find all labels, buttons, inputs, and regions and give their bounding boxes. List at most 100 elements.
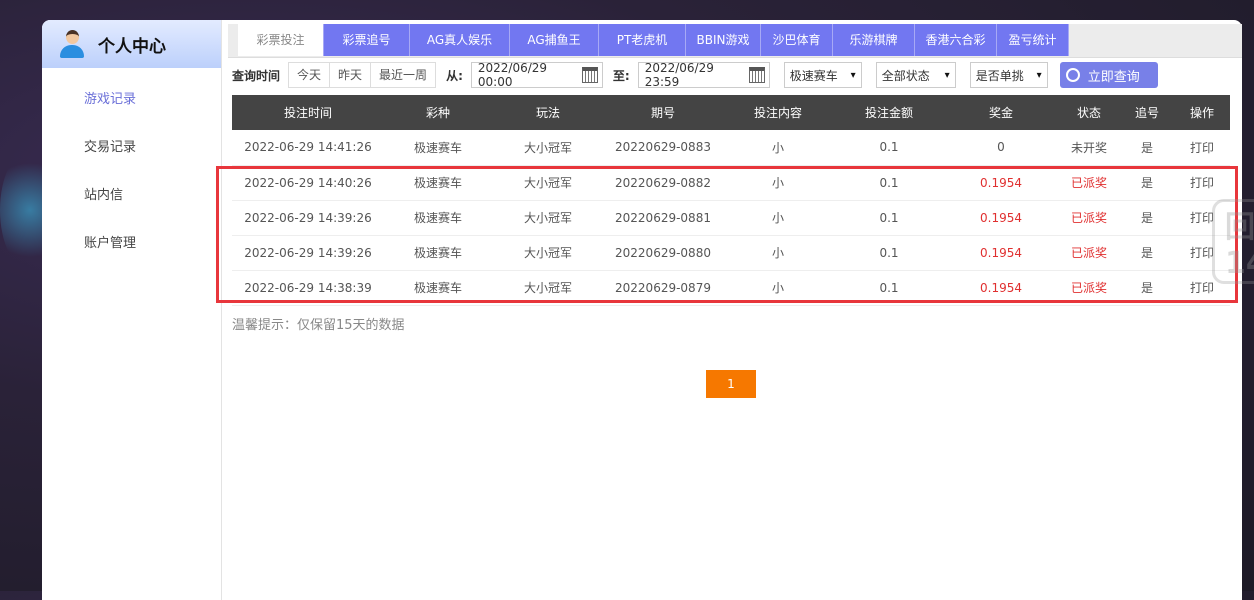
cell-chase: 是 — [1120, 200, 1174, 236]
sidebar: 个人中心 游戏记录 交易记录 站内信 账户管理 — [42, 20, 222, 600]
cell-amount: 0.1 — [834, 130, 944, 166]
tab-saba-sports[interactable]: 沙巴体育 — [761, 24, 833, 56]
cell-prize: 0.1954 — [944, 270, 1058, 306]
cell-prize: 0 — [944, 130, 1058, 166]
col-chase: 追号 — [1120, 95, 1174, 130]
col-status: 状态 — [1058, 95, 1120, 130]
cell-lottery: 极速赛车 — [384, 130, 492, 166]
cell-prize: 0.1954 — [944, 200, 1058, 236]
game-select[interactable]: 极速赛车 ▾ — [783, 62, 862, 88]
search-icon — [1065, 68, 1080, 82]
cell-play: 大小冠军 — [492, 165, 604, 201]
sidebar-title: 个人中心 — [98, 36, 166, 57]
cell-content: 小 — [722, 200, 834, 236]
cell-issue: 20220629-0883 — [604, 130, 722, 166]
col-content: 投注内容 — [722, 95, 834, 130]
cell-status: 未开奖 — [1058, 130, 1120, 166]
calendar-icon[interactable] — [582, 67, 598, 83]
cell-bet-time: 2022-06-29 14:41:26 — [232, 130, 384, 166]
tab-ag-live[interactable]: AG真人娱乐 — [410, 24, 510, 56]
chevron-down-icon: ▾ — [1036, 69, 1042, 81]
search-button-label: 立即查询 — [1087, 69, 1140, 85]
cell-issue: 20220629-0882 — [604, 165, 722, 201]
cell-prize: 0.1954 — [944, 165, 1058, 201]
last-week-button[interactable]: 最近一周 — [370, 62, 437, 88]
cell-play: 大小冠军 — [492, 270, 604, 306]
cell-status: 已派奖 — [1058, 165, 1120, 201]
cell-prize: 0.1954 — [944, 235, 1058, 271]
cell-print-link[interactable]: 打印 — [1174, 130, 1230, 166]
cell-print-link[interactable]: 打印 — [1174, 200, 1230, 236]
col-prize: 奖金 — [944, 95, 1058, 130]
page-1-button[interactable]: 1 — [706, 370, 756, 398]
cell-print-link[interactable]: 打印 — [1174, 165, 1230, 201]
sidebar-item-transactions[interactable]: 交易记录 — [42, 124, 221, 172]
cell-lottery: 极速赛车 — [384, 235, 492, 271]
cell-content: 小 — [722, 270, 834, 306]
table-row: 2022-06-29 14:40:26 极速赛车 大小冠军 20220629-0882… — [232, 165, 1230, 201]
status-select[interactable]: 全部状态 ▾ — [875, 62, 956, 88]
cell-play: 大小冠军 — [492, 200, 604, 236]
cell-print-link[interactable]: 打印 — [1174, 270, 1230, 306]
col-issue: 期号 — [604, 95, 722, 130]
cell-issue: 20220629-0879 — [604, 270, 722, 306]
table-header-row: 投注时间 彩种 玩法 期号 投注内容 投注金额 奖金 状态 追号 操作 — [232, 95, 1230, 130]
status-select-value: 全部状态 — [881, 68, 930, 83]
main-panel: 彩票投注 彩票追号 AG真人娱乐 AG捕鱼王 PT老虎机 BBIN游戏 沙巴体育… — [216, 20, 1254, 600]
from-date-value: 2022/06/29 00:00 — [477, 61, 548, 89]
to-date-value: 2022/06/29 23:59 — [644, 61, 714, 89]
query-time-label: 查询时间 — [232, 68, 281, 83]
user-avatar-icon — [60, 30, 84, 58]
tab-lottery-bets[interactable]: 彩票投注 — [238, 24, 324, 56]
search-button[interactable]: 立即查询 — [1059, 62, 1158, 88]
to-date-input[interactable]: 2022/06/29 23:59 — [637, 61, 770, 89]
cell-amount: 0.1 — [834, 200, 944, 236]
tab-bar: 彩票投注 彩票追号 AG真人娱乐 AG捕鱼王 PT老虎机 BBIN游戏 沙巴体育… — [228, 24, 1242, 58]
table-row: 2022-06-29 14:39:26 极速赛车 大小冠军 20220629-0881… — [232, 200, 1230, 236]
game-select-value: 极速赛车 — [789, 68, 838, 83]
table-row: 2022-06-29 14:39:26 极速赛车 大小冠军 20220629-0880… — [232, 235, 1230, 271]
to-label: 至: — [612, 68, 630, 83]
col-amount: 投注金额 — [834, 95, 944, 130]
col-bet-time: 投注时间 — [232, 95, 384, 130]
cell-status: 已派奖 — [1058, 270, 1120, 306]
tab-hk-mark-six[interactable]: 香港六合彩 — [915, 24, 997, 56]
cell-chase: 是 — [1120, 270, 1174, 306]
cell-print-link[interactable]: 打印 — [1174, 235, 1230, 271]
cell-bet-time: 2022-06-29 14:40:26 — [232, 165, 384, 201]
cell-chase: 是 — [1120, 130, 1174, 166]
chevron-down-icon: ▾ — [850, 69, 856, 81]
col-play: 玩法 — [492, 95, 604, 130]
tab-lottery-chase[interactable]: 彩票追号 — [324, 24, 410, 56]
cell-bet-time: 2022-06-29 14:39:26 — [232, 200, 384, 236]
col-lottery: 彩种 — [384, 95, 492, 130]
cell-content: 小 — [722, 130, 834, 166]
tab-profit-stats[interactable]: 盈亏统计 — [997, 24, 1069, 56]
sidebar-item-messages[interactable]: 站内信 — [42, 172, 221, 220]
sidebar-item-game-records[interactable]: 游戏记录 — [42, 76, 221, 124]
single-select[interactable]: 是否单挑 ▾ — [969, 62, 1048, 88]
cell-lottery: 极速赛车 — [384, 165, 492, 201]
cell-play: 大小冠军 — [492, 235, 604, 271]
chevron-down-icon: ▾ — [944, 69, 950, 81]
bets-table: 投注时间 彩种 玩法 期号 投注内容 投注金额 奖金 状态 追号 操作 2022… — [232, 95, 1230, 306]
tab-pt-slots[interactable]: PT老虎机 — [599, 24, 686, 56]
sidebar-header: 个人中心 — [42, 20, 221, 68]
single-select-value: 是否单挑 — [975, 68, 1024, 83]
yesterday-button[interactable]: 昨天 — [329, 62, 372, 88]
cell-play: 大小冠军 — [492, 130, 604, 166]
tab-leyou-chess[interactable]: 乐游棋牌 — [833, 24, 915, 56]
cell-lottery: 极速赛车 — [384, 270, 492, 306]
tab-bbin[interactable]: BBIN游戏 — [686, 24, 761, 56]
sidebar-item-account[interactable]: 账户管理 — [42, 220, 221, 268]
from-label: 从: — [446, 68, 463, 83]
table-row: 2022-06-29 14:41:26 极速赛车 大小冠军 20220629-0883… — [232, 130, 1230, 166]
cell-amount: 0.1 — [834, 270, 944, 306]
cell-lottery: 极速赛车 — [384, 200, 492, 236]
from-date-input[interactable]: 2022/06/29 00:00 — [470, 61, 603, 89]
tab-ag-fishing[interactable]: AG捕鱼王 — [510, 24, 599, 56]
retention-note: 温馨提示：仅保留15天的数据 — [232, 318, 405, 333]
filter-bar: 查询时间 今天 昨天 最近一周 从: 2022/06/29 00:00 至: 2… — [232, 61, 1242, 89]
today-button[interactable]: 今天 — [288, 62, 331, 88]
calendar-icon[interactable] — [749, 67, 765, 83]
